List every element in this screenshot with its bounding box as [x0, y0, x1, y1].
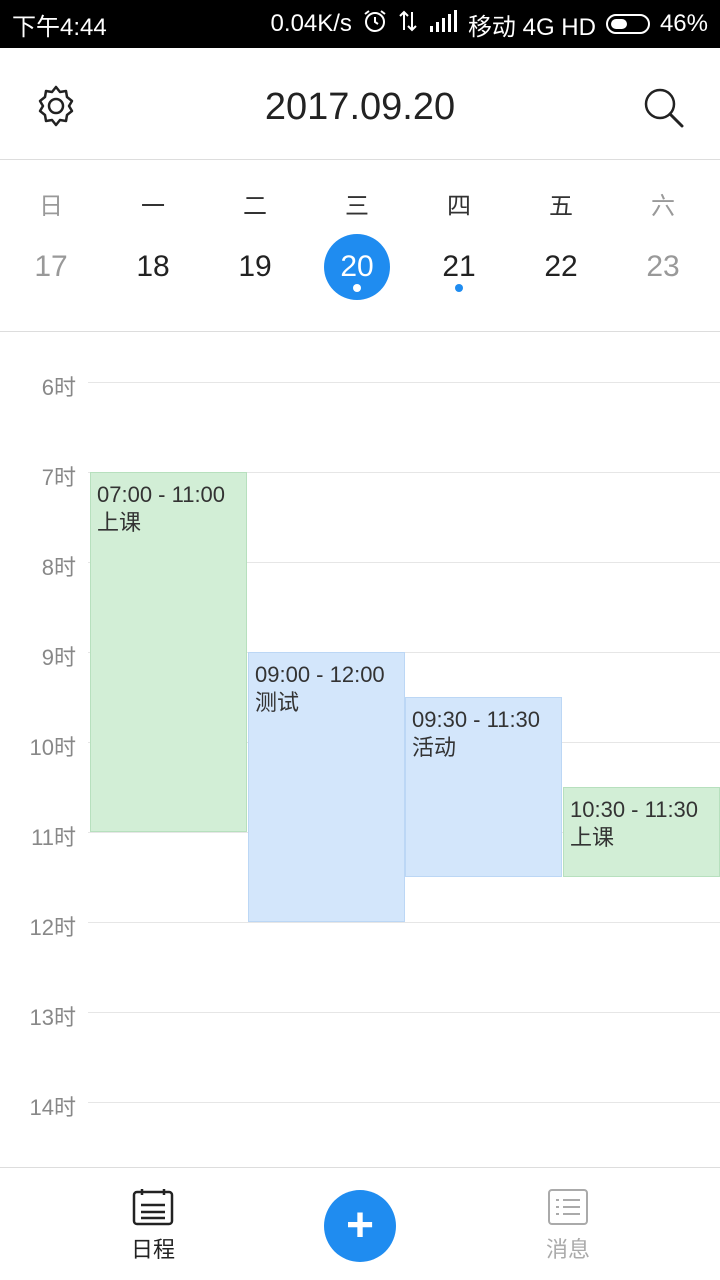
- hour-label: 8时: [41, 555, 76, 580]
- day-cell-19[interactable]: 二 19: [204, 160, 306, 332]
- search-icon[interactable]: [640, 84, 686, 130]
- day-of-week-label: 一: [141, 193, 165, 220]
- hour-gridline: [88, 1012, 720, 1013]
- app-header: 2017.09.20: [0, 48, 720, 160]
- event-block[interactable]: 07:00 - 11:00 上课: [90, 472, 247, 832]
- day-cell-21[interactable]: 四 21: [408, 160, 510, 332]
- day-number: 19: [238, 250, 272, 283]
- hour-gridline: [88, 922, 720, 923]
- day-of-week-label: 二: [243, 193, 267, 220]
- tab-schedule-label: 日程: [130, 1237, 175, 1262]
- event-time: 10:30 - 11:30: [570, 797, 699, 822]
- status-right: 0.04K/s 移动 4G HD 46%: [271, 7, 708, 42]
- day-of-week-label: 三: [345, 193, 369, 220]
- hour-label: 13时: [29, 1005, 76, 1030]
- page-title[interactable]: 2017.09.20: [0, 86, 720, 129]
- add-event-button[interactable]: +: [324, 1190, 396, 1262]
- event-title: 上课: [97, 510, 142, 535]
- hour-gridline: [88, 382, 720, 383]
- day-number: 17: [34, 250, 68, 283]
- day-timeline[interactable]: 6时 7时 8时 9时 10时 11时 12时 13时 14时 07:00 - 11:00 上课 09…: [0, 332, 720, 1167]
- hour-row: 12时: [0, 915, 720, 1012]
- hour-label: 9时: [41, 645, 76, 670]
- event-time: 09:00 - 12:00: [255, 662, 385, 687]
- calendar-icon: [132, 1189, 174, 1226]
- hour-label: 7时: [41, 465, 76, 490]
- tab-messages-label: 消息: [545, 1237, 590, 1262]
- hour-label: 6时: [41, 375, 76, 400]
- day-number: 18: [136, 250, 170, 283]
- event-title: 活动: [412, 735, 457, 760]
- event-block[interactable]: 10:30 - 11:30 上课: [563, 787, 720, 877]
- hour-row: 6时: [0, 375, 720, 472]
- day-of-week-label: 五: [549, 193, 573, 220]
- day-of-week-label: 四: [447, 193, 471, 220]
- day-of-week-label: 日: [39, 193, 63, 220]
- hour-gridline: [88, 1102, 720, 1103]
- battery-fill: [610, 19, 627, 29]
- hour-row: 13时: [0, 1005, 720, 1102]
- tab-schedule[interactable]: 日程: [93, 1188, 213, 1264]
- hour-label: 10时: [29, 735, 76, 760]
- signal-icon: [428, 9, 458, 39]
- event-block[interactable]: 09:00 - 12:00 测试: [248, 652, 405, 922]
- day-number: 22: [544, 250, 578, 283]
- status-time: 下午4:44: [12, 13, 107, 41]
- hour-label: 12时: [29, 915, 76, 940]
- battery-icon: [605, 14, 650, 34]
- event-indicator-dot: [353, 284, 361, 292]
- event-time: 09:30 - 11:30: [412, 707, 541, 732]
- tab-messages[interactable]: 消息: [508, 1188, 628, 1264]
- status-bar: 下午4:44 0.04K/s 移动 4G HD 46%: [0, 0, 720, 48]
- message-list-icon: [548, 1189, 588, 1225]
- event-block[interactable]: 09:30 - 11:30 活动: [405, 697, 562, 877]
- net-speed: 0.04K/s: [270, 10, 352, 37]
- day-cell-20[interactable]: 三 20: [306, 160, 408, 332]
- day-cell-17[interactable]: 日 17: [0, 160, 102, 332]
- hour-row: 14时: [0, 1095, 720, 1167]
- alarm-icon: [362, 8, 388, 41]
- event-indicator-dot: [455, 284, 463, 292]
- hour-label: 11时: [31, 825, 76, 850]
- event-title: 上课: [570, 825, 615, 850]
- day-cell-23[interactable]: 六 23: [612, 160, 714, 332]
- day-number: 23: [646, 250, 680, 283]
- event-time: 07:00 - 11:00: [97, 482, 226, 507]
- data-transfer-icon: [398, 8, 418, 41]
- event-title: 测试: [255, 690, 300, 715]
- day-cell-18[interactable]: 一 18: [102, 160, 204, 332]
- day-cell-22[interactable]: 五 22: [510, 160, 612, 332]
- hour-label: 14时: [29, 1095, 76, 1120]
- battery-percent: 46%: [659, 10, 708, 37]
- week-strip: 日 17 一 18 二 19 三 20 四 21 五 22 六 23: [0, 160, 720, 332]
- carrier: 移动 4G HD: [467, 13, 596, 41]
- day-of-week-label: 六: [651, 193, 675, 220]
- bottom-nav: 日程 + 消息: [0, 1167, 720, 1280]
